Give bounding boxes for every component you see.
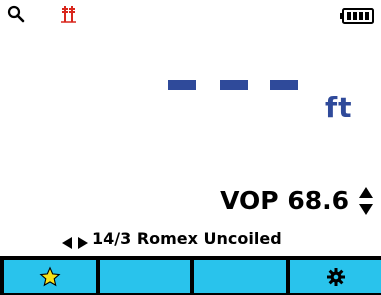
softkey-2[interactable]: [100, 260, 190, 293]
cable-type-selector[interactable]: 14/3 Romex Uncoiled: [62, 229, 282, 249]
softkey-3[interactable]: [194, 260, 286, 293]
distance-reading: [160, 80, 320, 100]
battery-icon: [340, 8, 374, 24]
gear-icon: [326, 267, 346, 287]
softkey-star[interactable]: [4, 260, 96, 293]
vop-value[interactable]: VOP 68.6: [220, 186, 349, 215]
cable-type-label: 14/3 Romex Uncoiled: [92, 229, 282, 248]
softkey-settings[interactable]: [290, 260, 381, 293]
reading-dash: [220, 80, 248, 90]
left-right-arrows-icon: [62, 234, 88, 249]
reading-dash: [168, 80, 196, 90]
search-icon[interactable]: [7, 5, 25, 23]
tdr-screen: ft VOP 68.6 14/3 Romex Uncoiled: [0, 0, 381, 295]
status-bar: [0, 0, 381, 26]
softkey-bar: [0, 256, 381, 295]
vop-up-down-arrows-icon[interactable]: [357, 185, 375, 217]
reading-dash: [270, 80, 298, 90]
probe-leads-icon: [58, 3, 80, 25]
distance-unit: ft: [325, 91, 353, 124]
star-icon: [39, 265, 61, 288]
